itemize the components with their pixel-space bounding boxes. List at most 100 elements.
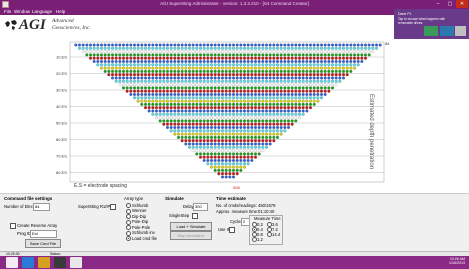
system-clock[interactable]: 10:26 AM 1/16/2013 — [449, 257, 465, 265]
measurement-point — [188, 79, 192, 83]
measurement-point — [279, 53, 283, 57]
notification-toast[interactable]: Dane P1 Tap to choose what happens with … — [394, 9, 469, 39]
array-type-radio[interactable] — [126, 236, 131, 241]
supersting-checkbox[interactable] — [110, 204, 116, 210]
measurement-point — [199, 66, 203, 70]
menu-help[interactable]: Help — [56, 9, 65, 14]
measurement-point — [129, 56, 133, 60]
measurement-point — [250, 60, 254, 64]
measurement-point — [92, 60, 96, 64]
measurement-point — [195, 89, 199, 93]
measurement-point — [92, 50, 96, 54]
measurement-point — [261, 112, 265, 116]
measurement-point — [162, 99, 166, 103]
use-ip-checkbox[interactable] — [229, 227, 235, 233]
measurement-point — [206, 53, 210, 57]
menu-language[interactable]: Language — [32, 9, 52, 14]
measurement-point — [217, 92, 221, 96]
measurement-point — [184, 116, 188, 120]
measurement-point — [103, 60, 107, 64]
measurement-point — [184, 73, 188, 77]
file-explorer-icon[interactable] — [38, 257, 50, 268]
measurement-point — [151, 66, 155, 70]
measurement-point — [210, 79, 214, 83]
measurement-point — [239, 60, 243, 64]
measurement-point — [151, 109, 155, 113]
measurement-point — [221, 50, 225, 54]
measurement-point — [250, 129, 254, 133]
array-type-radio[interactable] — [126, 203, 131, 208]
measurement-point — [261, 50, 265, 54]
measurement-point — [287, 116, 291, 120]
measurement-point — [301, 46, 305, 50]
array-type-radio[interactable] — [126, 230, 131, 236]
delay-input[interactable]: 300 — [193, 203, 208, 211]
measurement-point — [217, 162, 221, 166]
stop-simulation-button[interactable]: Stop simulation — [170, 231, 212, 240]
measurement-point — [254, 69, 258, 73]
measurement-point — [254, 92, 258, 96]
measurement-point — [246, 158, 250, 162]
minimize-button[interactable]: – — [432, 0, 444, 8]
measurement-point — [272, 46, 276, 50]
measurement-point — [125, 43, 129, 47]
measurement-point — [217, 56, 221, 60]
measurement-point — [250, 83, 254, 87]
measurement-point — [378, 43, 382, 47]
array-type-radio[interactable] — [126, 208, 131, 214]
menu-window[interactable]: Window — [14, 9, 30, 14]
measurement-point — [158, 76, 162, 80]
close-button[interactable]: ✕ — [456, 0, 468, 8]
menu-file[interactable]: File — [4, 9, 11, 14]
measurement-point — [121, 69, 125, 73]
load-simulate-button[interactable]: Load + Simulate — [170, 222, 212, 231]
measurement-point — [301, 53, 305, 57]
measurement-point — [180, 96, 184, 100]
browser-icon[interactable] — [22, 257, 34, 268]
num-elecs-input[interactable]: 84 — [33, 203, 50, 211]
measurement-point — [331, 63, 335, 67]
array-type-radio[interactable] — [126, 219, 131, 225]
measurement-point — [353, 46, 357, 50]
measurement-point — [173, 43, 177, 47]
agi-app-icon[interactable] — [70, 257, 82, 268]
maximize-button[interactable]: ▢ — [444, 0, 456, 8]
measurement-point — [294, 86, 298, 90]
measurement-point — [287, 66, 291, 70]
measurement-point — [261, 145, 265, 149]
measurement-point — [188, 96, 192, 100]
measurement-point — [151, 60, 155, 64]
measurement-point — [107, 43, 111, 47]
measurement-point — [235, 145, 239, 149]
prog-id-input[interactable]: Ect — [30, 230, 57, 238]
measurement-point — [213, 125, 217, 129]
measurement-point — [239, 66, 243, 70]
start-icon[interactable] — [6, 257, 18, 268]
measurement-point — [298, 89, 302, 93]
measurement-point — [210, 142, 214, 146]
measurement-point — [213, 99, 217, 103]
measurement-point — [265, 109, 269, 113]
measurement-point — [279, 73, 283, 77]
measurement-point — [129, 53, 133, 57]
media-icon[interactable] — [54, 257, 66, 268]
reverse-array-checkbox[interactable] — [10, 223, 16, 229]
save-cmd-file-button[interactable]: Save Cmd File — [25, 239, 61, 248]
measurement-point — [169, 122, 173, 126]
measurement-point — [110, 76, 114, 80]
measurement-point — [283, 66, 287, 70]
measurement-point — [345, 73, 349, 77]
array-type-label: Schlumb — [132, 202, 149, 208]
measurement-point — [353, 60, 357, 64]
measurement-point — [265, 145, 269, 149]
single-step-checkbox[interactable] — [192, 213, 198, 219]
measurement-point — [235, 66, 239, 70]
measurement-point — [290, 96, 294, 100]
measurement-point — [298, 43, 302, 47]
measurement-point — [232, 125, 236, 129]
measurement-point — [202, 155, 206, 159]
measurement-point — [188, 83, 192, 87]
array-type-radio[interactable] — [126, 225, 131, 230]
measurement-point — [367, 50, 371, 54]
array-type-radio[interactable] — [126, 214, 131, 219]
